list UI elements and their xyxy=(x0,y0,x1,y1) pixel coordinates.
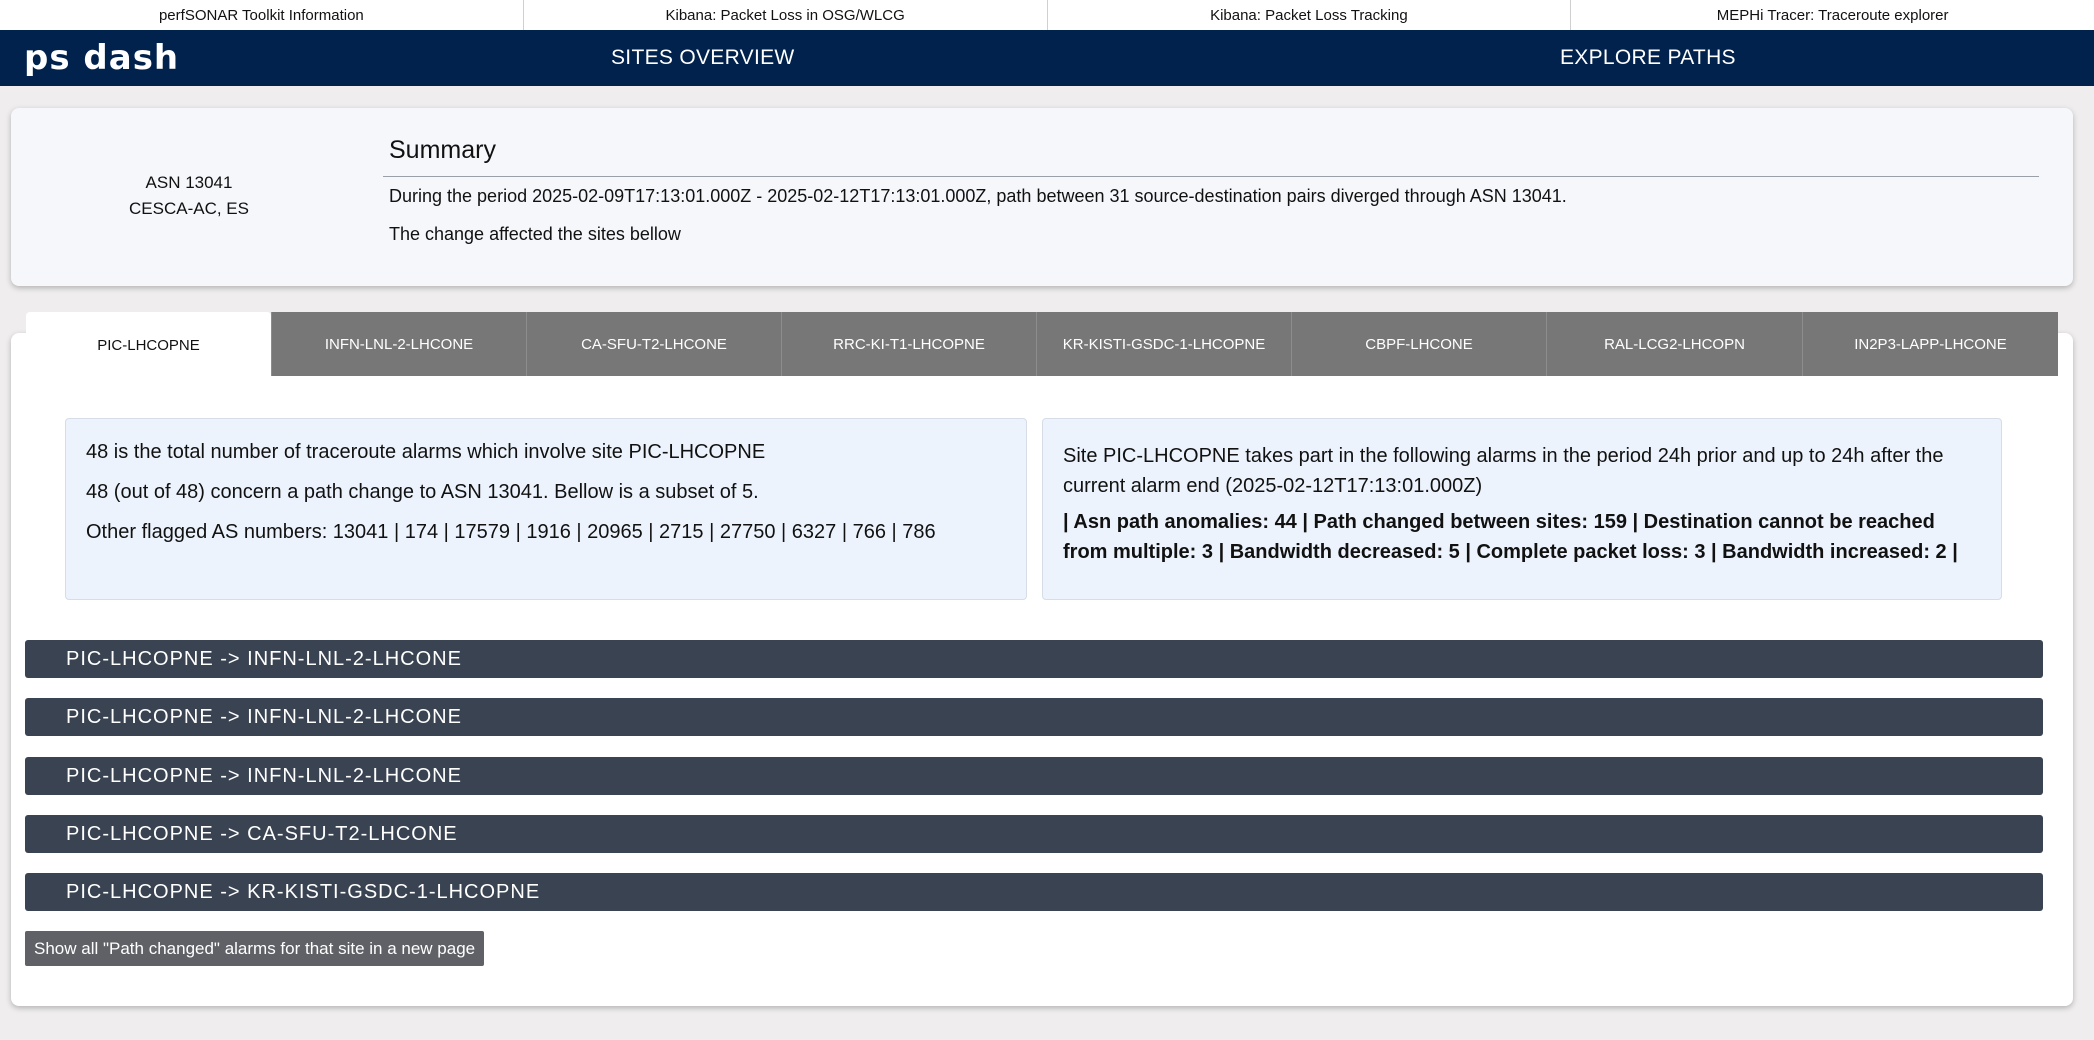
summary-card: ASN 13041 CESCA-AC, ES Summary During th… xyxy=(11,108,2073,286)
path-change-count-text: 48 (out of 48) concern a path change to … xyxy=(86,481,759,503)
tab-ca-sfu-t2-lhcone[interactable]: CA-SFU-T2-LHCONE xyxy=(526,312,781,376)
tab-infn-lnl-2-lhcone[interactable]: INFN-LNL-2-LHCONE xyxy=(271,312,526,376)
ps-dash-logo[interactable]: ps dash xyxy=(24,38,179,78)
link-kibana-packet-loss-osg[interactable]: Kibana: Packet Loss in OSG/WLCG xyxy=(524,0,1048,30)
path-accordion-row[interactable]: PIC-LHCOPNE -> INFN-LNL-2-LHCONE xyxy=(25,640,2043,678)
path-accordion-row[interactable]: PIC-LHCOPNE -> KR-KISTI-GSDC-1-LHCOPNE xyxy=(25,873,2043,911)
site-alarms-description: Site PIC-LHCOPNE takes part in the follo… xyxy=(1063,445,1944,497)
link-mephi-tracer[interactable]: MEPHi Tracer: Traceroute explorer xyxy=(1571,0,2094,30)
tab-pic-lhcopne[interactable]: PIC-LHCOPNE xyxy=(26,312,271,378)
show-all-path-changed-button[interactable]: Show all "Path changed" alarms for that … xyxy=(25,931,485,966)
path-accordion-row[interactable]: PIC-LHCOPNE -> CA-SFU-T2-LHCONE xyxy=(25,815,2043,853)
alarm-stats-box: 48 is the total number of traceroute ala… xyxy=(65,418,1027,600)
nav-explore-paths[interactable]: EXPLORE PATHS xyxy=(1560,30,1736,86)
tab-ral-lcg2-lhcopn[interactable]: RAL-LCG2-LHCOPN xyxy=(1546,312,1802,376)
link-perfsonar-toolkit[interactable]: perfSONAR Toolkit Information xyxy=(0,0,524,30)
tab-rrc-ki-t1-lhcopne[interactable]: RRC-KI-T1-LHCOPNE xyxy=(781,312,1036,376)
path-accordion-row[interactable]: PIC-LHCOPNE -> INFN-LNL-2-LHCONE xyxy=(25,757,2043,795)
tab-cbpf-lhcone[interactable]: CBPF-LHCONE xyxy=(1291,312,1546,376)
summary-affected-text: The change affected the sites bellow xyxy=(389,224,681,244)
summary-title: Summary xyxy=(389,136,496,164)
site-tabs: PIC-LHCOPNE INFN-LNL-2-LHCONE CA-SFU-T2-… xyxy=(26,312,2058,378)
summary-period-text: During the period 2025-02-09T17:13:01.00… xyxy=(389,186,1567,206)
asn-number: ASN 13041 xyxy=(145,173,233,192)
nav-sites-overview[interactable]: SITES OVERVIEW xyxy=(611,30,795,86)
navbar: ps dash SITES OVERVIEW EXPLORE PATHS xyxy=(0,30,2094,86)
other-asn-text: Other flagged AS numbers: 13041 | 174 | … xyxy=(86,521,936,543)
tab-kr-kisti-gsdc-1-lhcopne[interactable]: KR-KISTI-GSDC-1-LHCOPNE xyxy=(1036,312,1291,376)
path-accordion-row[interactable]: PIC-LHCOPNE -> INFN-LNL-2-LHCONE xyxy=(25,698,2043,736)
asn-block: ASN 13041 CESCA-AC, ES xyxy=(11,170,367,222)
site-alarms-box: Site PIC-LHCOPNE takes part in the follo… xyxy=(1042,418,2002,600)
external-links-bar: perfSONAR Toolkit Information Kibana: Pa… xyxy=(0,0,2094,31)
summary-divider xyxy=(383,176,2039,177)
tab-in2p3-lapp-lhcone[interactable]: IN2P3-LAPP-LHCONE xyxy=(1802,312,2058,376)
site-alarms-summary: | Asn path anomalies: 44 | Path changed … xyxy=(1063,511,1958,563)
total-alarms-text: 48 is the total number of traceroute ala… xyxy=(86,441,766,463)
asn-org: CESCA-AC, ES xyxy=(129,199,249,218)
link-kibana-packet-loss-tracking[interactable]: Kibana: Packet Loss Tracking xyxy=(1048,0,1572,30)
